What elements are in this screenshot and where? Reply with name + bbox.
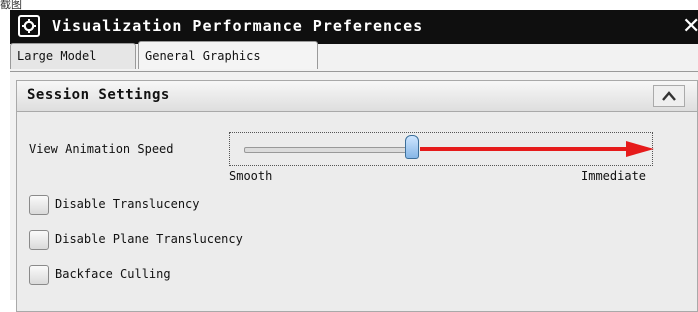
view-animation-speed-slider[interactable]	[229, 132, 654, 166]
panel-title: Session Settings	[27, 87, 170, 103]
collapse-button[interactable]	[653, 85, 685, 107]
session-settings-panel: Session Settings View Animation Speed Sm…	[16, 80, 698, 312]
disable-translucency-checkbox[interactable]	[29, 195, 49, 215]
slider-thumb[interactable]	[405, 135, 419, 159]
backface-culling-checkbox[interactable]	[29, 265, 49, 285]
chevron-up-icon	[662, 91, 676, 101]
gear-icon[interactable]	[18, 15, 40, 37]
tab-large-model[interactable]: Large Model	[10, 43, 136, 69]
backface-culling-label: Backface Culling	[55, 267, 171, 281]
crop-label: 截图	[0, 0, 22, 11]
panel-header: Session Settings	[17, 81, 697, 112]
annotation-arrow	[420, 141, 654, 157]
disable-plane-translucency-label: Disable Plane Translucency	[55, 232, 243, 246]
slider-min-label: Smooth	[229, 169, 273, 183]
view-animation-speed-label: View Animation Speed	[29, 142, 174, 156]
tab-general-graphics[interactable]: General Graphics	[138, 41, 318, 69]
dialog-title: Visualization Performance Preferences	[52, 17, 424, 35]
preferences-dialog: Visualization Performance Preferences ✕ …	[10, 10, 698, 312]
tab-divider	[10, 71, 698, 72]
close-icon[interactable]: ✕	[682, 14, 698, 39]
disable-plane-translucency-checkbox[interactable]	[29, 230, 49, 250]
disable-translucency-label: Disable Translucency	[55, 197, 200, 211]
title-bar: Visualization Performance Preferences ✕	[10, 10, 698, 44]
slider-max-label: Immediate	[581, 169, 647, 183]
